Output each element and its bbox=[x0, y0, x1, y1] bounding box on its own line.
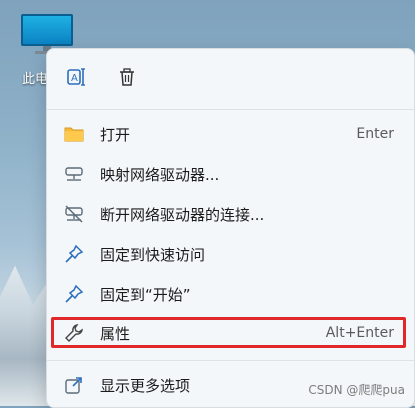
menu-item-label: 映射网络驱动器... bbox=[100, 165, 220, 184]
pin-icon bbox=[64, 244, 84, 264]
wrench-icon bbox=[64, 323, 84, 343]
network-drive-icon bbox=[64, 164, 84, 184]
menu-item-pin-start[interactable]: 固定到“开始” bbox=[55, 276, 406, 312]
menu-item-properties[interactable]: 属性 Alt+Enter bbox=[55, 315, 406, 351]
trash-icon bbox=[116, 66, 138, 92]
disconnect-drive-icon bbox=[64, 204, 84, 224]
menu-item-label: 固定到快速访问 bbox=[100, 245, 206, 264]
menu-item-open[interactable]: 打开 Enter bbox=[55, 116, 406, 152]
menu-item-disconnect-network-drive[interactable]: 断开网络驱动器的连接... bbox=[55, 196, 406, 232]
pin-icon bbox=[64, 284, 84, 304]
divider bbox=[47, 360, 414, 361]
external-icon bbox=[64, 375, 84, 395]
menu-item-shortcut: Enter bbox=[356, 126, 394, 142]
menu-item-label: 显示更多选项 bbox=[100, 376, 191, 395]
menu-item-label: 属性 bbox=[100, 324, 131, 343]
menu-item-label: 断开网络驱动器的连接... bbox=[100, 205, 265, 224]
delete-button[interactable] bbox=[115, 67, 139, 91]
menu-item-shortcut: Alt+Enter bbox=[325, 325, 394, 341]
menu-item-label: 打开 bbox=[100, 125, 131, 144]
desktop-icon-label: 此电 bbox=[22, 72, 49, 87]
menu-item-label: 固定到“开始” bbox=[100, 285, 191, 304]
menu-item-pin-quick-access[interactable]: 固定到快速访问 bbox=[55, 236, 406, 272]
watermark: CSDN @爬爬pua bbox=[308, 383, 405, 397]
quick-actions: A bbox=[65, 67, 139, 91]
folder-icon bbox=[64, 124, 84, 144]
context-menu: A 打开 Enter 映射网络驱动器... 断开网络驱动器的连接... 固定到快… bbox=[46, 48, 415, 408]
monitor-icon bbox=[21, 14, 73, 46]
svg-text:A: A bbox=[71, 73, 78, 84]
menu-item-map-network-drive[interactable]: 映射网络驱动器... bbox=[55, 156, 406, 192]
divider bbox=[47, 109, 414, 110]
rename-button[interactable]: A bbox=[65, 67, 89, 91]
rename-icon: A bbox=[66, 66, 88, 92]
